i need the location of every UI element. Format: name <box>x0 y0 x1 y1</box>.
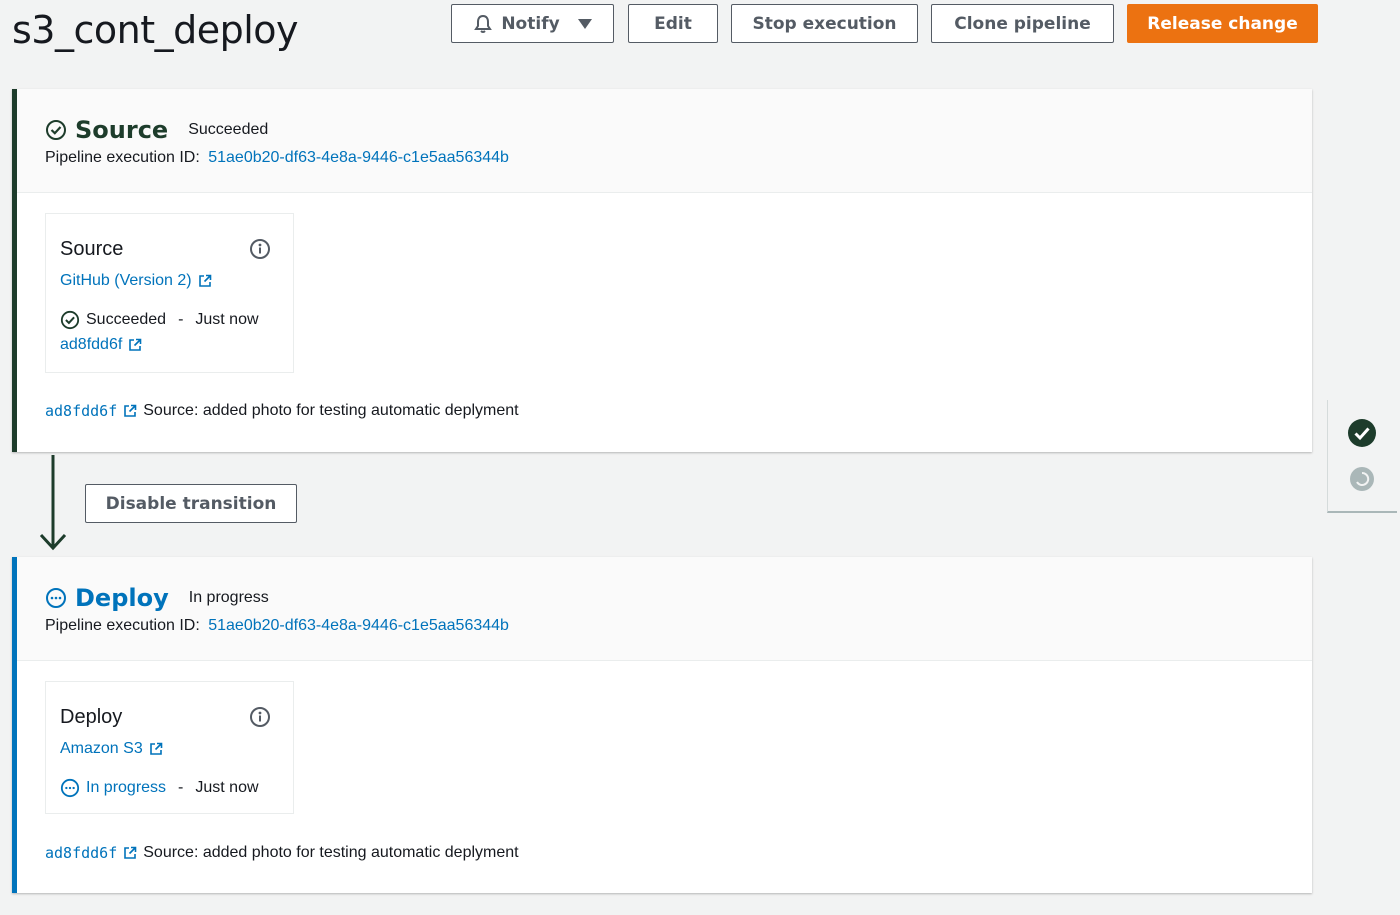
action-status: In progress - Just now <box>60 778 259 798</box>
notify-label: Notify <box>501 13 560 34</box>
action-card-source: Source GitHub (Version 2) Succeeded - Ju… <box>45 213 294 373</box>
action-title: Deploy <box>60 706 123 728</box>
external-link-icon <box>149 742 163 756</box>
in-progress-icon[interactable] <box>1349 466 1375 492</box>
execution-id-link[interactable]: 51ae0b20-df63-4e8a-9446-c1e5aa56344b <box>208 617 509 634</box>
stage-header: Source Succeeded Pipeline execution ID: … <box>17 89 1312 193</box>
stage-name: Source <box>75 116 169 144</box>
stage-status: Succeeded <box>188 121 269 138</box>
stage-deploy: Deploy In progress Pipeline execution ID… <box>12 557 1312 893</box>
action-time: Just now <box>195 779 259 796</box>
execution-id: Pipeline execution ID: 51ae0b20-df63-4e8… <box>45 149 509 167</box>
stage-header: Deploy In progress Pipeline execution ID… <box>17 557 1312 661</box>
execution-id-link[interactable]: 51ae0b20-df63-4e8a-9446-c1e5aa56344b <box>208 149 509 166</box>
disable-transition-button[interactable]: Disable transition <box>85 484 297 523</box>
revision-link[interactable]: ad8fdd6f <box>45 402 117 420</box>
execution-id: Pipeline execution ID: 51ae0b20-df63-4e8… <box>45 617 509 635</box>
action-card-deploy: Deploy Amazon S3 In progress - Just now <box>45 681 294 814</box>
action-title: Source <box>60 238 124 260</box>
action-status: Succeeded - Just now <box>60 310 259 330</box>
provider-label: Amazon S3 <box>60 740 143 757</box>
release-change-button[interactable]: Release change <box>1127 4 1318 43</box>
external-link-icon <box>198 274 212 288</box>
in-progress-icon <box>45 587 67 609</box>
status-separator: - <box>178 311 184 328</box>
revision-summary: ad8fdd6f Source: added photo for testing… <box>45 402 519 420</box>
revision-message: Source: added photo for testing automati… <box>143 844 519 861</box>
stage-source: Source Succeeded Pipeline execution ID: … <box>12 89 1312 452</box>
in-progress-icon <box>60 778 80 798</box>
stop-execution-button[interactable]: Stop execution <box>731 4 918 43</box>
check-circle-icon <box>60 310 80 330</box>
revision-link[interactable]: ad8fdd6f <box>45 844 117 862</box>
external-link-icon[interactable] <box>123 846 137 860</box>
clone-pipeline-button[interactable]: Clone pipeline <box>931 4 1114 43</box>
info-icon[interactable] <box>249 238 271 260</box>
stage-title: Source Succeeded <box>45 116 268 144</box>
revision-message: Source: added photo for testing automati… <box>143 402 519 419</box>
execution-id-label: Pipeline execution ID: <box>45 149 200 166</box>
action-status-text[interactable]: In progress <box>86 779 166 797</box>
external-link-icon[interactable] <box>123 404 137 418</box>
commit-link[interactable]: ad8fdd6f <box>60 336 142 354</box>
action-status-text: Succeeded <box>86 311 167 328</box>
action-time: Just now <box>195 311 259 328</box>
bell-icon <box>473 14 493 34</box>
provider-label: GitHub (Version 2) <box>60 272 192 289</box>
external-link-icon <box>128 338 142 352</box>
action-provider-link[interactable]: Amazon S3 <box>60 740 163 758</box>
info-icon[interactable] <box>249 706 271 728</box>
stage-navigator <box>1327 400 1397 513</box>
stage-status: In progress <box>188 589 269 606</box>
stage-title: Deploy In progress <box>45 584 269 612</box>
execution-id-label: Pipeline execution ID: <box>45 617 200 634</box>
check-circle-icon <box>45 119 67 141</box>
edit-button[interactable]: Edit <box>628 4 718 43</box>
caret-down-icon <box>577 18 592 29</box>
action-provider-link[interactable]: GitHub (Version 2) <box>60 272 212 290</box>
revision-summary: ad8fdd6f Source: added photo for testing… <box>45 844 519 862</box>
notify-button[interactable]: Notify <box>451 4 614 43</box>
check-circle-icon[interactable] <box>1347 418 1377 448</box>
page-title: s3_cont_deploy <box>12 8 299 52</box>
commit-id: ad8fdd6f <box>60 336 123 353</box>
transition-arrow <box>40 455 66 551</box>
status-separator: - <box>178 779 184 796</box>
stage-name: Deploy <box>75 584 169 612</box>
